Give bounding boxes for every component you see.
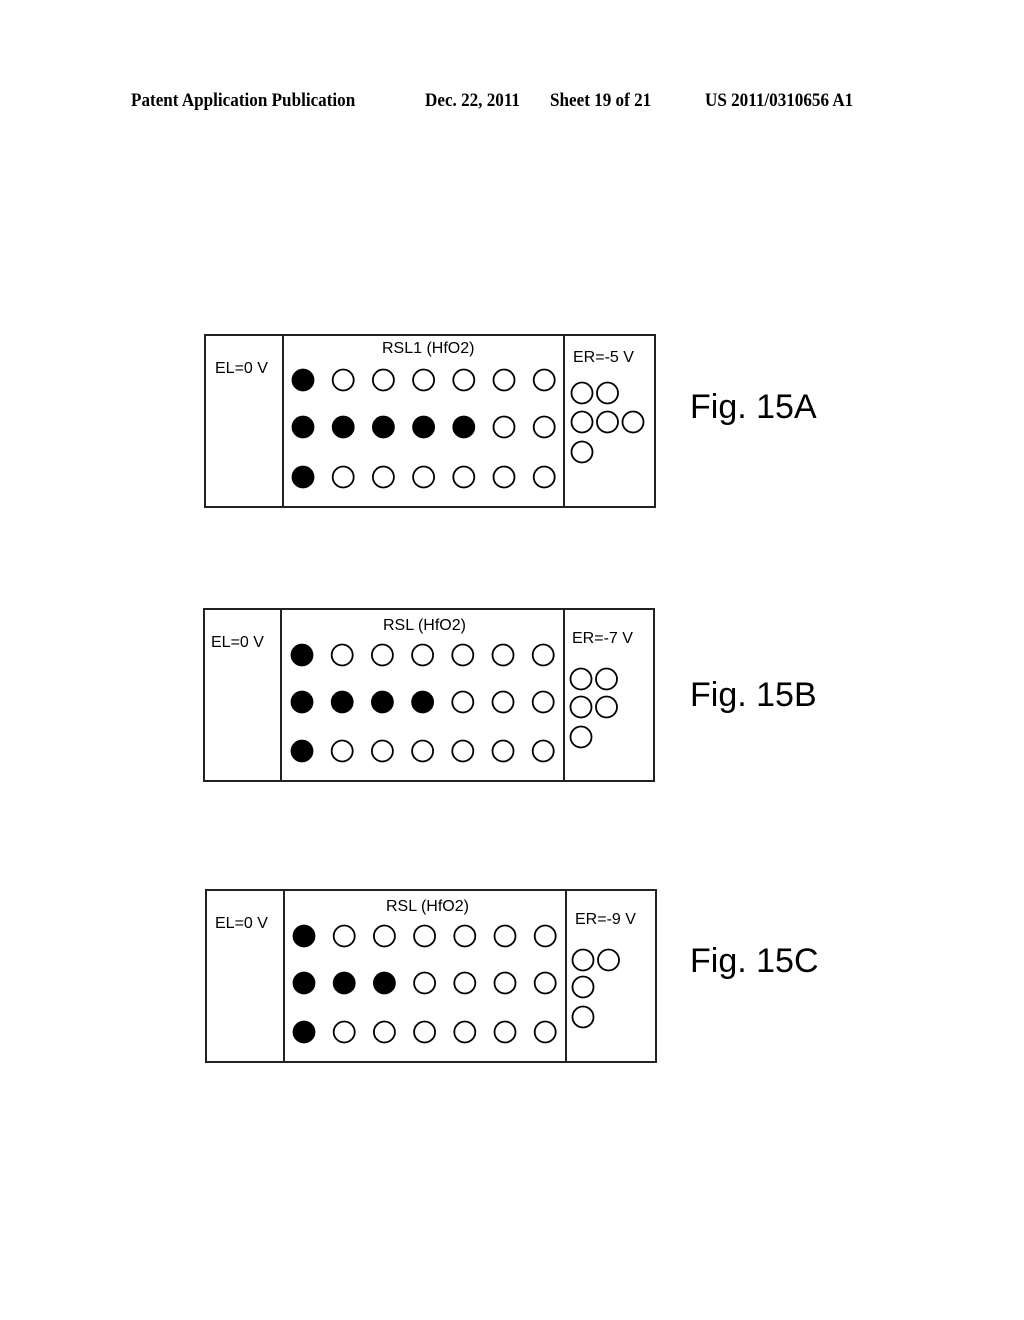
- empty-vacancy: [453, 1020, 477, 1044]
- ion-circle: [595, 667, 618, 691]
- empty-vacancy: [533, 1020, 557, 1044]
- ion-circle: [571, 1005, 595, 1029]
- empty-vacancy: [451, 690, 475, 714]
- ion-circle: [569, 725, 593, 749]
- figure-15c: EL=0 V RSL (HfO2) ER=-9 V: [205, 889, 657, 1063]
- filled-vacancy: [290, 739, 314, 763]
- filled-vacancy: [370, 690, 394, 714]
- empty-vacancy: [452, 465, 476, 489]
- vacancy-grid: [290, 643, 618, 763]
- publication-date: Dec. 22, 2011: [425, 90, 520, 111]
- empty-vacancy: [411, 739, 435, 763]
- ion-circle: [596, 410, 619, 434]
- empty-vacancy: [330, 739, 354, 763]
- filled-vacancy: [292, 1020, 316, 1044]
- figure-15a: EL=0 V RSL1 (HfO2) ER=-5 V: [204, 334, 656, 508]
- empty-vacancy: [370, 643, 394, 667]
- filled-vacancy: [291, 465, 315, 489]
- empty-vacancy: [413, 971, 437, 995]
- empty-vacancy: [370, 739, 394, 763]
- empty-vacancy: [532, 465, 556, 489]
- filled-vacancy: [411, 690, 435, 714]
- filled-vacancy: [452, 415, 476, 439]
- vacancy-grid: [292, 924, 620, 1044]
- empty-vacancy: [492, 415, 516, 439]
- filled-vacancy: [330, 690, 354, 714]
- empty-vacancy: [492, 465, 516, 489]
- empty-vacancy: [452, 368, 476, 392]
- filled-vacancy: [371, 415, 395, 439]
- ion-circle: [570, 410, 594, 434]
- patent-number: US 2011/0310656 A1: [705, 90, 854, 111]
- empty-vacancy: [412, 465, 436, 489]
- empty-vacancy: [451, 643, 475, 667]
- empty-vacancy: [531, 690, 555, 714]
- filled-vacancy: [331, 415, 355, 439]
- filled-vacancy: [291, 368, 315, 392]
- filled-vacancy: [332, 971, 356, 995]
- ion-circle: [570, 440, 594, 464]
- empty-vacancy: [491, 690, 515, 714]
- ion-circle: [569, 667, 593, 691]
- empty-vacancy: [531, 739, 555, 763]
- empty-vacancy: [531, 643, 555, 667]
- ion-circle: [595, 695, 618, 719]
- ion-circle: [621, 410, 645, 434]
- empty-vacancy: [493, 924, 517, 948]
- empty-vacancy: [413, 1020, 437, 1044]
- empty-vacancy: [493, 971, 517, 995]
- filled-vacancy: [291, 415, 315, 439]
- filled-vacancy: [292, 924, 316, 948]
- figure-15b: EL=0 V RSL (HfO2) ER=-7 V: [203, 608, 655, 782]
- empty-vacancy: [372, 924, 396, 948]
- filled-vacancy: [290, 643, 314, 667]
- filled-vacancy: [412, 415, 436, 439]
- empty-vacancy: [491, 739, 515, 763]
- empty-vacancy: [492, 368, 516, 392]
- empty-vacancy: [331, 465, 355, 489]
- empty-vacancy: [533, 924, 557, 948]
- ion-circle: [571, 948, 595, 972]
- ion-circle: [570, 381, 594, 405]
- ion-circle: [596, 381, 619, 405]
- empty-vacancy: [491, 643, 515, 667]
- empty-vacancy: [451, 739, 475, 763]
- sheet-number: Sheet 19 of 21: [550, 90, 652, 111]
- empty-vacancy: [493, 1020, 517, 1044]
- empty-vacancy: [371, 368, 395, 392]
- empty-vacancy: [371, 465, 395, 489]
- empty-vacancy: [331, 368, 355, 392]
- figure-label-15a: Fig. 15A: [690, 388, 817, 426]
- empty-vacancy: [413, 924, 437, 948]
- filled-vacancy: [292, 971, 316, 995]
- filled-vacancy: [290, 690, 314, 714]
- ion-circle: [571, 975, 595, 999]
- vacancy-grid: [291, 368, 645, 489]
- figure-label-15c: Fig. 15C: [690, 942, 819, 980]
- empty-vacancy: [533, 971, 557, 995]
- ion-circle: [597, 948, 620, 972]
- figure-label-15b: Fig. 15B: [690, 676, 817, 714]
- empty-vacancy: [532, 368, 556, 392]
- empty-vacancy: [532, 415, 556, 439]
- empty-vacancy: [411, 643, 435, 667]
- empty-vacancy: [332, 1020, 356, 1044]
- filled-vacancy: [372, 971, 396, 995]
- empty-vacancy: [332, 924, 356, 948]
- empty-vacancy: [330, 643, 354, 667]
- ion-circle: [569, 695, 593, 719]
- publication-title: Patent Application Publication: [131, 90, 356, 111]
- empty-vacancy: [453, 924, 477, 948]
- empty-vacancy: [453, 971, 477, 995]
- empty-vacancy: [372, 1020, 396, 1044]
- empty-vacancy: [412, 368, 436, 392]
